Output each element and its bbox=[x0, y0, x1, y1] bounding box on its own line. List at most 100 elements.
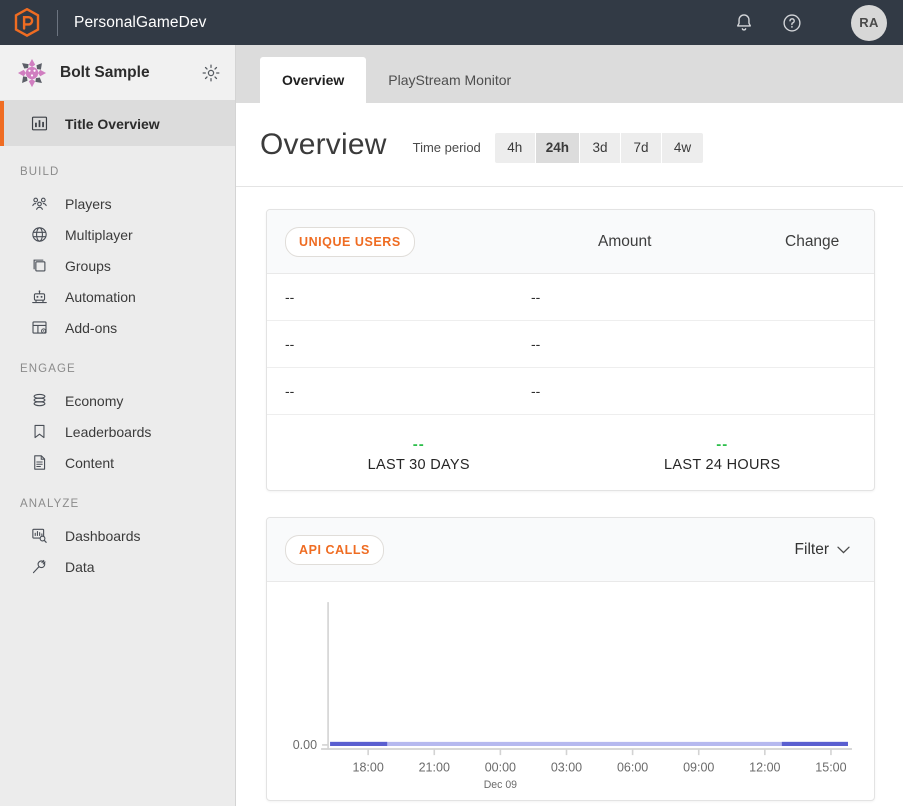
sidebar-item-leaderboards[interactable]: Leaderboards bbox=[0, 416, 235, 447]
plug-icon bbox=[30, 557, 49, 576]
sidebar-item-addons[interactable]: Add-ons bbox=[0, 312, 235, 343]
product-name: PersonalGameDev bbox=[74, 14, 206, 32]
time-period-option-4h[interactable]: 4h bbox=[495, 133, 536, 163]
time-period-option-4w[interactable]: 4w bbox=[662, 133, 703, 163]
sidebar-item-label: Players bbox=[65, 196, 112, 212]
title-name: Bolt Sample bbox=[60, 64, 201, 82]
x-tick-label: 12:00 bbox=[749, 760, 780, 774]
sidebar-item-content[interactable]: Content bbox=[0, 447, 235, 478]
sidebar-item-players[interactable]: Players bbox=[0, 188, 235, 219]
sidebar-item-label: Economy bbox=[65, 393, 123, 409]
sidebar-item-label: Multiplayer bbox=[65, 227, 133, 243]
main-panel: Overview PlayStream Monitor Overview Tim… bbox=[236, 45, 903, 806]
robot-icon bbox=[30, 287, 49, 306]
api-calls-card-header: API CALLS Filter bbox=[267, 518, 874, 582]
footer-metric-value: -- bbox=[571, 438, 875, 451]
x-tick-label: 21:00 bbox=[419, 760, 450, 774]
document-icon bbox=[30, 453, 49, 472]
table-row: -- -- bbox=[267, 368, 874, 415]
sidebar-group-engage: ENGAGE Economy Leaderboards bbox=[0, 343, 235, 478]
row-amount: -- bbox=[531, 289, 721, 305]
sidebar-group-analyze: ANALYZE Dashboards Data bbox=[0, 478, 235, 582]
unique-users-card-footer: -- LAST 30 DAYS -- LAST 24 HOURS bbox=[267, 415, 874, 490]
page-header: Overview Time period 4h 24h 3d 7d 4w bbox=[236, 103, 903, 187]
bell-icon[interactable] bbox=[733, 12, 755, 34]
x-tick-label: 15:00 bbox=[815, 760, 846, 774]
addons-grid-gear-icon bbox=[30, 318, 49, 337]
title-selector-row[interactable]: Bolt Sample bbox=[0, 45, 235, 101]
time-period-option-24h[interactable]: 24h bbox=[536, 133, 580, 163]
sidebar-item-multiplayer[interactable]: Multiplayer bbox=[0, 219, 235, 250]
sidebar-item-label: Leaderboards bbox=[65, 424, 151, 440]
bar-chart-icon bbox=[30, 114, 49, 133]
row-amount: -- bbox=[531, 336, 721, 352]
sidebar-group-header: ANALYZE bbox=[0, 498, 235, 520]
globe-icon bbox=[30, 225, 49, 244]
topbar-actions: RA bbox=[733, 5, 887, 41]
time-period-option-7d[interactable]: 7d bbox=[621, 133, 662, 163]
sidebar-item-dashboards[interactable]: Dashboards bbox=[0, 520, 235, 551]
sidebar-item-groups[interactable]: Groups bbox=[0, 250, 235, 281]
unique-users-header-inner: UNIQUE USERS Amount Change bbox=[285, 210, 850, 273]
filter-dropdown[interactable]: Filter bbox=[795, 541, 850, 559]
api-calls-chart: 0.00 bbox=[267, 582, 874, 800]
playfab-hexagon-logo-icon bbox=[14, 8, 40, 37]
content-area: UNIQUE USERS Amount Change -- -- -- -- bbox=[236, 187, 903, 806]
tab-overview[interactable]: Overview bbox=[260, 57, 366, 103]
bookmark-icon bbox=[30, 422, 49, 441]
bolt-sample-title-badge-icon bbox=[17, 58, 47, 88]
row-label: -- bbox=[267, 383, 531, 399]
players-icon bbox=[30, 194, 49, 213]
api-calls-line-chart: 0.00 bbox=[281, 596, 860, 800]
unique-users-pill[interactable]: UNIQUE USERS bbox=[285, 227, 415, 257]
filter-label: Filter bbox=[795, 541, 829, 559]
footer-metric-value: -- bbox=[267, 438, 571, 451]
row-label: -- bbox=[267, 336, 531, 352]
row-label: -- bbox=[267, 289, 531, 305]
sidebar-item-automation[interactable]: Automation bbox=[0, 281, 235, 312]
tab-bar: Overview PlayStream Monitor bbox=[236, 45, 903, 103]
x-tick-sublabel: Dec 09 bbox=[484, 779, 517, 791]
tab-playstream-monitor[interactable]: PlayStream Monitor bbox=[366, 57, 533, 103]
coins-stack-icon bbox=[30, 391, 49, 410]
dashboard-search-icon bbox=[30, 526, 49, 545]
table-row: -- -- bbox=[267, 274, 874, 321]
table-row: -- -- bbox=[267, 321, 874, 368]
x-tick-label: 06:00 bbox=[617, 760, 648, 774]
sidebar-group-header: BUILD bbox=[0, 166, 235, 188]
gear-icon[interactable] bbox=[201, 63, 221, 83]
unique-users-card-header: UNIQUE USERS Amount Change bbox=[267, 210, 874, 274]
sidebar-item-data[interactable]: Data bbox=[0, 551, 235, 582]
x-tick-label: 18:00 bbox=[352, 760, 383, 774]
column-header-amount: Amount bbox=[598, 233, 651, 251]
logo-divider bbox=[57, 10, 58, 36]
sidebar-group-build: BUILD Players Mu bbox=[0, 146, 235, 343]
avatar[interactable]: RA bbox=[851, 5, 887, 41]
chevron-down-icon bbox=[837, 546, 850, 554]
sidebar-item-label: Dashboards bbox=[65, 528, 141, 544]
sidebar-item-label: Title Overview bbox=[65, 116, 160, 132]
time-period-button-group: 4h 24h 3d 7d 4w bbox=[495, 133, 703, 163]
time-period-label: Time period bbox=[413, 140, 481, 155]
unique-users-card: UNIQUE USERS Amount Change -- -- -- -- bbox=[266, 209, 875, 491]
top-bar: PersonalGameDev RA bbox=[0, 0, 903, 45]
sidebar-item-label: Groups bbox=[65, 258, 111, 274]
app-root: PersonalGameDev RA bbox=[0, 0, 903, 806]
footer-metric-caption: LAST 24 HOURS bbox=[571, 457, 875, 473]
y-tick-label: 0.00 bbox=[293, 738, 317, 752]
api-calls-pill[interactable]: API CALLS bbox=[285, 535, 384, 565]
stacked-squares-icon bbox=[30, 256, 49, 275]
sidebar-item-economy[interactable]: Economy bbox=[0, 385, 235, 416]
x-tick-label: 00:00 bbox=[485, 760, 516, 774]
footer-metric-last-30-days: -- LAST 30 DAYS bbox=[267, 438, 571, 473]
sidebar-item-label: Content bbox=[65, 455, 114, 471]
app-body: Bolt Sample Title Overview BUILD bbox=[0, 45, 903, 806]
sidebar-item-title-overview[interactable]: Title Overview bbox=[0, 101, 235, 146]
sidebar-item-label: Automation bbox=[65, 289, 136, 305]
question-circle-icon[interactable] bbox=[781, 12, 803, 34]
page-title: Overview bbox=[260, 128, 387, 162]
row-amount: -- bbox=[531, 383, 721, 399]
sidebar-item-label: Data bbox=[65, 559, 95, 575]
brand-logo-wrap[interactable] bbox=[14, 8, 74, 37]
time-period-option-3d[interactable]: 3d bbox=[580, 133, 621, 163]
